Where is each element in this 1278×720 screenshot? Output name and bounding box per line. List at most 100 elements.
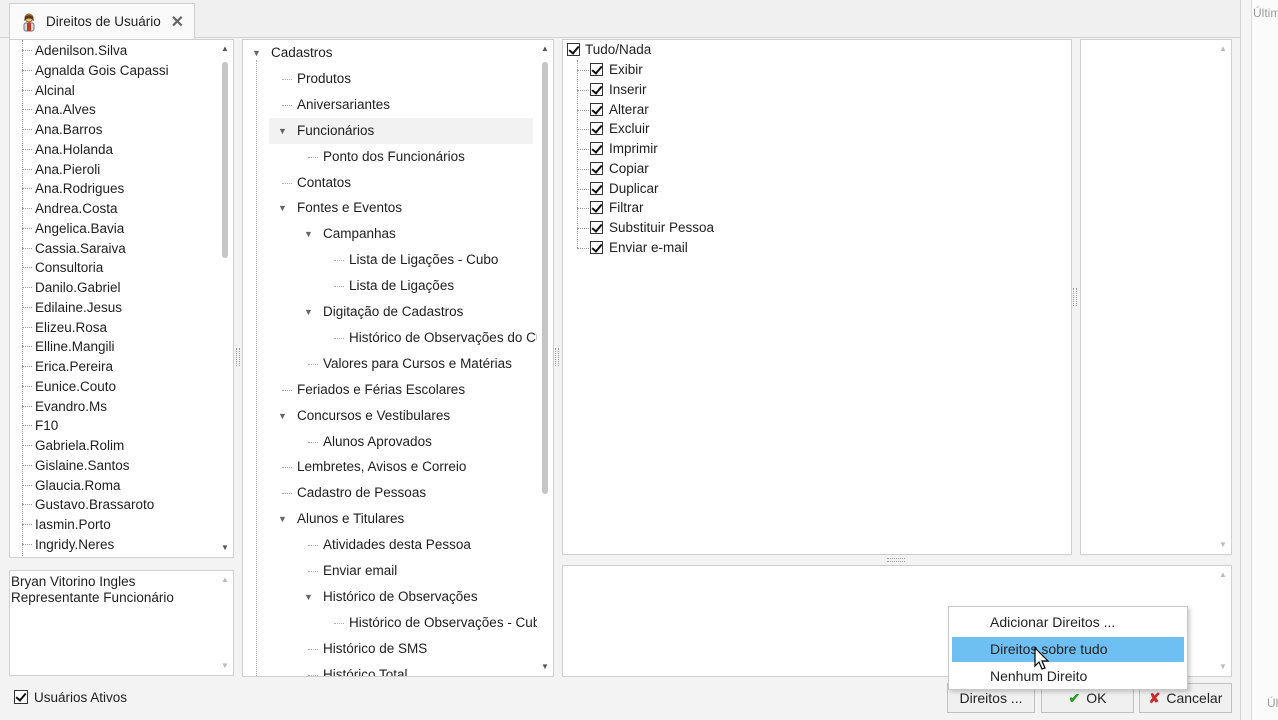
tree-item[interactable]: Histórico de SMS	[295, 636, 533, 662]
expand-toggle-icon[interactable]: ▼	[252, 40, 261, 66]
tree-item[interactable]: ▼ Alunos e Titulares	[269, 506, 533, 532]
tree-item[interactable]: Enviar email	[295, 558, 533, 584]
user-list-item[interactable]: Ingridy.Neres	[10, 535, 215, 555]
user-list-item[interactable]: Ana.Barros	[10, 120, 215, 140]
scroll-down-icon[interactable]: ▼	[1215, 538, 1231, 552]
checkbox[interactable]	[590, 240, 603, 254]
menu-item-adicionar-direitos[interactable]: Adicionar Direitos ...	[952, 610, 1184, 635]
tree-item[interactable]: Ponto dos Funcionários	[295, 144, 533, 170]
permission-row[interactable]: Filtrar	[563, 198, 763, 218]
tree-item[interactable]: Alunos Aprovados	[295, 429, 533, 455]
checkbox[interactable]	[590, 63, 603, 76]
expand-toggle-icon[interactable]: ▼	[304, 584, 313, 610]
permission-row[interactable]: Copiar	[563, 159, 763, 179]
tree-item[interactable]: ▼ Cadastros	[243, 40, 533, 66]
permission-row[interactable]: Duplicar	[563, 179, 763, 199]
splitter-grip-left[interactable]	[236, 348, 240, 366]
user-list-item[interactable]: Ana.Holanda	[10, 140, 215, 160]
user-list-panel[interactable]: Adenilson.Silva Agnalda Gois Capassi Alcin…	[9, 39, 234, 558]
user-list-item[interactable]: Alcinal	[10, 81, 215, 101]
tree-item[interactable]: Valores para Cursos e Matérias	[295, 351, 533, 377]
checkbox[interactable]	[590, 102, 603, 116]
tree-item[interactable]: ▼ Digitação de Cadastros	[295, 299, 533, 325]
expand-toggle-icon[interactable]: ▼	[304, 299, 313, 325]
tree-item[interactable]: Aniversariantes	[269, 92, 533, 118]
permissions-panel[interactable]: Tudo/Nada Exibir Inserir Alterar Excluir Imp…	[562, 39, 1072, 555]
user-list-item[interactable]: Ana.Pieroli	[10, 160, 215, 180]
scroll-up-icon[interactable]: ▲	[217, 573, 233, 587]
permission-row[interactable]: Alterar	[563, 100, 763, 120]
user-list-item[interactable]: Cassia.Saraiva	[10, 239, 215, 259]
tree-item[interactable]: Produtos	[269, 66, 533, 92]
checkbox[interactable]	[14, 690, 28, 704]
expand-toggle-icon[interactable]: ▼	[278, 118, 287, 144]
user-info-scrollbar[interactable]: ▲ ▼	[217, 571, 233, 675]
user-list-scrollbar[interactable]: ▲ ▼	[217, 40, 233, 557]
tree-item[interactable]: Lista de Ligações - Cubo	[321, 247, 533, 273]
scroll-down-icon[interactable]: ▼	[217, 541, 233, 555]
user-list-item[interactable]: Agnalda Gois Capassi	[10, 61, 215, 81]
splitter-grip-right[interactable]	[1073, 288, 1077, 306]
user-list-item[interactable]: Glaucia.Roma	[10, 476, 215, 496]
tree-item[interactable]: ▼ Concursos e Vestibulares	[269, 403, 533, 429]
tab-direitos-usuario[interactable]: Direitos de Usuário ✕	[9, 3, 195, 39]
tree-item[interactable]: Contatos	[269, 170, 533, 196]
tree-item[interactable]: Cadastro de Pessoas	[269, 480, 533, 506]
permission-row[interactable]: Excluir	[563, 119, 763, 139]
scroll-up-icon[interactable]: ▲	[1215, 42, 1231, 56]
user-list-item[interactable]: Iasmin.Porto	[10, 515, 215, 535]
menu-item-direitos-sobre-tudo[interactable]: Direitos sobre tudo	[952, 637, 1184, 662]
checkbox[interactable]	[567, 43, 580, 56]
permission-row[interactable]: Inserir	[563, 80, 763, 100]
user-list-item[interactable]: Evandro.Ms	[10, 397, 215, 417]
permission-row[interactable]: Imprimir	[563, 139, 763, 159]
checkbox[interactable]	[590, 201, 603, 215]
expand-toggle-icon[interactable]: ▼	[278, 195, 287, 221]
user-list-item[interactable]: Gabriela.Rolim	[10, 436, 215, 456]
tree-item[interactable]: Lembretes, Avisos e Correio	[269, 454, 533, 480]
tree-item[interactable]: Histórico Total	[295, 662, 533, 676]
scroll-down-icon[interactable]: ▼	[537, 660, 553, 674]
user-list-item[interactable]: Eunice.Couto	[10, 377, 215, 397]
notes-scrollbar[interactable]: ▲ ▼	[1215, 566, 1231, 676]
user-list-item[interactable]: Gustavo.Brassaroto	[10, 495, 215, 515]
scroll-up-icon[interactable]: ▲	[537, 42, 553, 56]
tree-item[interactable]: Lista de Ligações	[321, 273, 533, 299]
scroll-thumb[interactable]	[542, 62, 548, 494]
tree-item[interactable]: ▼ Histórico de Observações	[295, 584, 533, 610]
module-tree-panel[interactable]: ▼ Cadastros Produtos Aniversariantes ▼ Funcio…	[242, 39, 554, 677]
scroll-up-icon[interactable]: ▲	[217, 42, 233, 56]
tree-item[interactable]: Feriados e Férias Escolares	[269, 377, 533, 403]
details-scrollbar[interactable]: ▲ ▼	[1215, 40, 1231, 554]
tree-item[interactable]: ▼ Funcionários	[269, 117, 533, 144]
tree-item[interactable]: ▼ Campanhas	[295, 221, 533, 247]
user-list-item[interactable]: Elizeu.Rosa	[10, 318, 215, 338]
user-list-item[interactable]: Andrea.Costa	[10, 199, 215, 219]
tree-item[interactable]: Histórico de Observações do Cu	[321, 325, 543, 351]
user-list-item[interactable]: Elline.Mangili	[10, 337, 215, 357]
scroll-down-icon[interactable]: ▼	[1215, 660, 1231, 674]
menu-item-nenhum-direito[interactable]: Nenhum Direito	[952, 664, 1184, 689]
user-list-item[interactable]: Ana.Rodrigues	[10, 179, 215, 199]
checkbox[interactable]	[590, 161, 603, 175]
checkbox[interactable]	[590, 221, 603, 234]
user-list-item[interactable]: Edilaine.Jesus	[10, 298, 215, 318]
tree-item[interactable]: Histórico de Observações - Cub	[321, 610, 540, 636]
checkbox[interactable]	[590, 181, 603, 195]
tree-item[interactable]: ▼ Fontes e Eventos	[269, 195, 533, 221]
permission-row[interactable]: Exibir	[563, 60, 763, 80]
user-list-item[interactable]: Gislaine.Santos	[10, 456, 215, 476]
scroll-up-icon[interactable]: ▲	[1215, 568, 1231, 582]
user-list-item[interactable]: Erica.Pereira	[10, 357, 215, 377]
splitter-grip-horizontal[interactable]	[887, 558, 905, 562]
expand-toggle-icon[interactable]: ▼	[304, 221, 313, 247]
user-list-item[interactable]: Angelica.Bavia	[10, 219, 215, 239]
expand-toggle-icon[interactable]: ▼	[278, 506, 287, 532]
user-list-item[interactable]: Ana.Alves	[10, 100, 215, 120]
user-list-item[interactable]: F10	[10, 416, 215, 436]
user-list-item[interactable]: Adenilson.Silva	[10, 41, 215, 61]
checkbox[interactable]	[590, 142, 603, 155]
checkbox[interactable]	[590, 122, 603, 136]
checkbox[interactable]	[590, 82, 603, 96]
scroll-down-icon[interactable]: ▼	[217, 659, 233, 673]
